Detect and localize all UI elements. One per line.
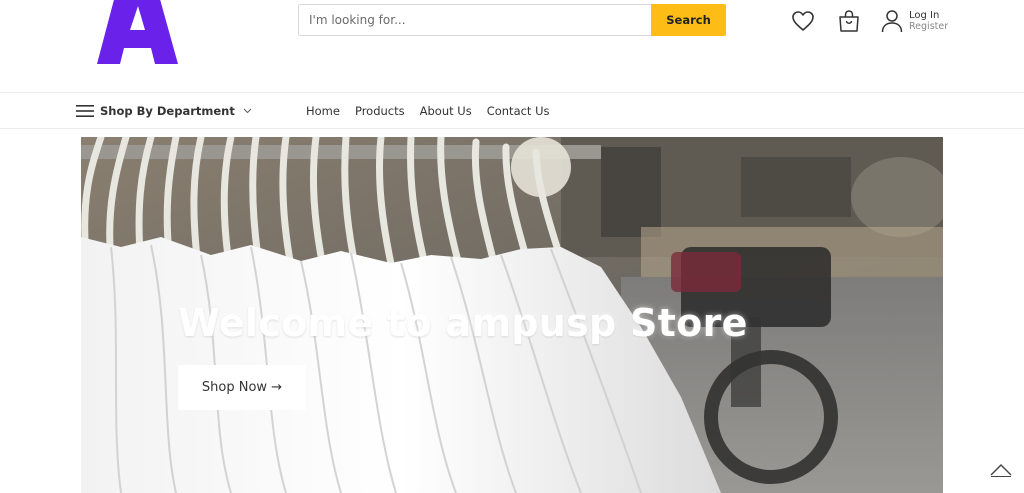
cart-button[interactable] (836, 8, 862, 34)
search-button[interactable]: Search (651, 4, 726, 36)
nav-link-home[interactable]: Home (306, 104, 340, 118)
department-label: Shop By Department (100, 103, 235, 118)
wishlist-button[interactable] (790, 8, 816, 34)
back-to-top-button[interactable] (985, 454, 1017, 486)
site-header: Search Log In Register (0, 0, 1024, 92)
shop-by-department-menu[interactable]: Shop By Department (76, 93, 252, 128)
hero-banner: Welcome to ampusp Store Shop Now → (81, 137, 943, 493)
search-bar: Search (298, 4, 726, 36)
logo-letter-a-icon (97, 0, 178, 64)
search-input[interactable] (298, 4, 651, 36)
account-menu[interactable]: Log In Register (881, 8, 948, 34)
login-link[interactable]: Log In (909, 10, 948, 21)
nav-link-products[interactable]: Products (355, 104, 405, 118)
logo[interactable] (96, 0, 180, 66)
nav-link-contact-us[interactable]: Contact Us (487, 104, 550, 118)
account-text: Log In Register (909, 10, 948, 32)
shopping-bag-icon (839, 10, 859, 32)
main-navbar: Shop By Department Home Products About U… (0, 92, 1024, 129)
chevron-up-icon (990, 464, 1012, 477)
register-link[interactable]: Register (909, 21, 948, 32)
heart-icon (792, 11, 814, 31)
nav-link-about-us[interactable]: About Us (420, 104, 472, 118)
hero-title: Welcome to ampusp Store (178, 301, 748, 345)
nav-links: Home Products About Us Contact Us (306, 93, 565, 128)
hamburger-icon (76, 104, 94, 117)
user-icon (881, 10, 903, 33)
chevron-down-icon (243, 108, 252, 113)
shop-now-button[interactable]: Shop Now → (178, 365, 306, 410)
